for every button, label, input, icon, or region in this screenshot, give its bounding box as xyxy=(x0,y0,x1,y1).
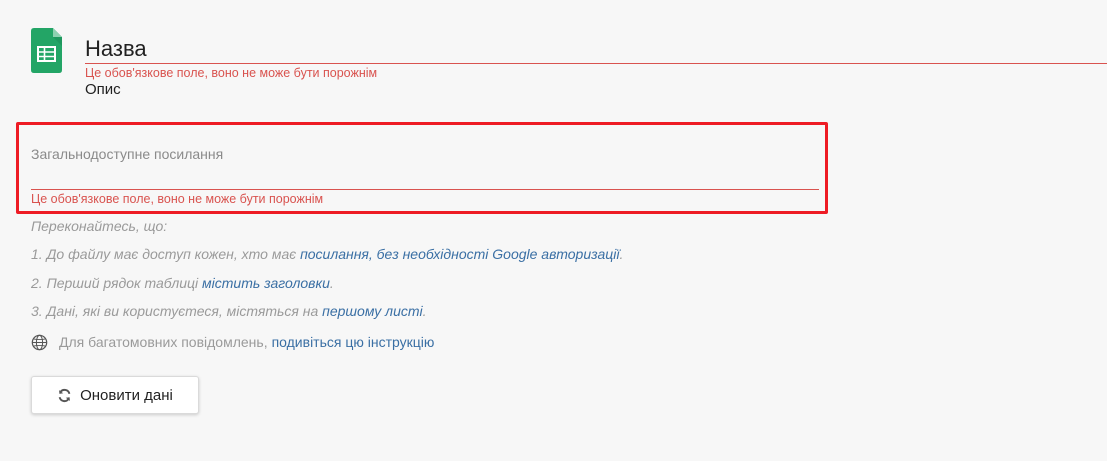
public-link-error-message: Це обов'язкове поле, воно не може бути п… xyxy=(31,192,324,206)
hint-item-3-end: . xyxy=(422,303,427,319)
multilang-text: Для багатомовних повідомлень, xyxy=(59,334,268,350)
multilang-instruction-link[interactable]: подивіться цю інструкцію xyxy=(272,334,435,350)
hint-item-1-text: 1. До файлу має доступ кожен, хто має xyxy=(31,246,301,262)
refresh-icon xyxy=(58,388,71,402)
hint-item-2: 2. Перший рядок таблиці містить заголовк… xyxy=(31,275,334,291)
hint-item-3-link[interactable]: першому листі xyxy=(322,303,422,319)
hint-item-1: 1. До файлу має доступ кожен, хто має по… xyxy=(31,246,623,262)
hint-item-2-text: 2. Перший рядок таблиці xyxy=(31,275,203,291)
description-input[interactable] xyxy=(85,79,685,99)
hint-item-3-text: 3. Дані, які ви користуєтеся, містяться … xyxy=(31,303,323,319)
hint-item-1-end: . xyxy=(619,246,624,262)
hint-item-3: 3. Дані, які ви користуєтеся, містяться … xyxy=(31,303,427,319)
hint-item-2-end: . xyxy=(329,275,334,291)
google-sheets-icon xyxy=(31,28,62,73)
hints-intro: Переконайтесь, що: xyxy=(31,218,168,234)
public-link-input[interactable] xyxy=(31,165,819,190)
title-input[interactable] xyxy=(85,34,1107,64)
refresh-data-button[interactable]: Оновити дані xyxy=(31,376,199,414)
refresh-button-label: Оновити дані xyxy=(80,386,173,404)
hint-item-2-link[interactable]: містить заголовки xyxy=(202,275,330,291)
hint-item-1-link[interactable]: посилання, без необхідності Google автор… xyxy=(300,246,619,262)
globe-icon xyxy=(31,334,48,350)
public-link-label: Загальнодоступне посилання xyxy=(31,146,224,162)
title-error-message: Це обов'язкове поле, воно не може бути п… xyxy=(85,66,378,80)
multilang-row: Для багатомовних повідомлень, подивіться… xyxy=(31,332,434,352)
